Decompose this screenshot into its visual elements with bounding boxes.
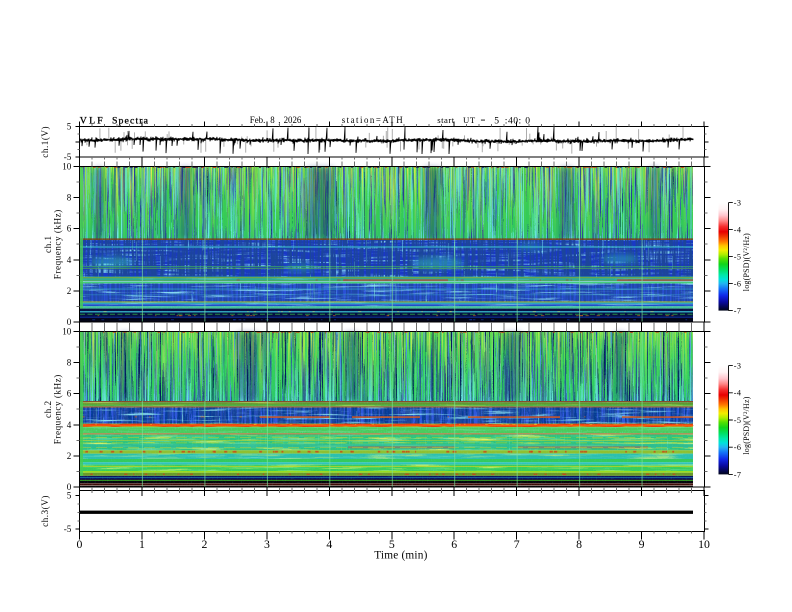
svg-text:log(PSD)(V²/Hz): log(PSD)(V²/Hz) bbox=[742, 396, 751, 454]
svg-text:-5: -5 bbox=[734, 416, 741, 425]
svg-text:8: 8 bbox=[576, 537, 582, 551]
svg-text:-3: -3 bbox=[734, 199, 741, 208]
svg-text:8: 8 bbox=[270, 115, 275, 125]
svg-text:-4: -4 bbox=[734, 226, 741, 235]
svg-text:Spectra: Spectra bbox=[112, 115, 149, 126]
svg-text:3: 3 bbox=[264, 537, 270, 551]
svg-text:10: 10 bbox=[62, 162, 72, 172]
svg-text:4: 4 bbox=[67, 255, 72, 265]
svg-text:start: start bbox=[437, 115, 455, 125]
svg-text:-7: -7 bbox=[734, 307, 741, 316]
svg-text:6: 6 bbox=[67, 224, 72, 234]
svg-text:2: 2 bbox=[67, 286, 72, 296]
svg-text:9: 9 bbox=[639, 537, 645, 551]
svg-text:0: 0 bbox=[67, 317, 72, 327]
svg-text::40:: :40: bbox=[505, 115, 522, 126]
svg-text:7: 7 bbox=[514, 537, 520, 551]
svg-text:10: 10 bbox=[698, 537, 710, 551]
svg-text:-6: -6 bbox=[734, 280, 741, 289]
svg-text:UT: UT bbox=[463, 115, 476, 125]
svg-text:8: 8 bbox=[67, 193, 72, 203]
svg-text:-6: -6 bbox=[734, 443, 741, 452]
svg-text:-5: -5 bbox=[64, 524, 72, 534]
svg-text:2026: 2026 bbox=[284, 115, 302, 125]
svg-text:8: 8 bbox=[67, 358, 72, 368]
svg-text:Feb.: Feb. bbox=[250, 115, 266, 125]
svg-text:VLF: VLF bbox=[80, 115, 105, 126]
svg-text:6: 6 bbox=[451, 537, 457, 551]
svg-text:ch.1(V): ch.1(V) bbox=[40, 126, 50, 158]
svg-text:station=ATH: station=ATH bbox=[342, 115, 404, 125]
svg-text:,: , bbox=[278, 115, 280, 125]
svg-text:0: 0 bbox=[525, 115, 530, 126]
svg-text:2: 2 bbox=[67, 451, 72, 461]
svg-text:4: 4 bbox=[326, 537, 332, 551]
svg-text:1: 1 bbox=[139, 537, 145, 551]
svg-text:-5: -5 bbox=[734, 253, 741, 262]
svg-text:log(PSD)(V²/Hz): log(PSD)(V²/Hz) bbox=[742, 233, 751, 291]
svg-text:6: 6 bbox=[67, 389, 72, 399]
svg-text:-3: -3 bbox=[734, 362, 741, 371]
svg-text:=: = bbox=[481, 115, 486, 125]
svg-text:-7: -7 bbox=[734, 470, 741, 479]
svg-text:5: 5 bbox=[67, 491, 72, 501]
svg-text:Time (min): Time (min) bbox=[374, 549, 427, 561]
svg-text:5: 5 bbox=[67, 122, 72, 132]
svg-text:5: 5 bbox=[494, 115, 499, 126]
svg-text:ch.3(V): ch.3(V) bbox=[40, 495, 50, 527]
svg-text:0: 0 bbox=[77, 537, 83, 551]
svg-text:2: 2 bbox=[201, 537, 207, 551]
svg-text:10: 10 bbox=[62, 327, 72, 337]
svg-text:-5: -5 bbox=[64, 152, 72, 162]
svg-text:-4: -4 bbox=[734, 389, 741, 398]
svg-text:4: 4 bbox=[67, 420, 72, 430]
